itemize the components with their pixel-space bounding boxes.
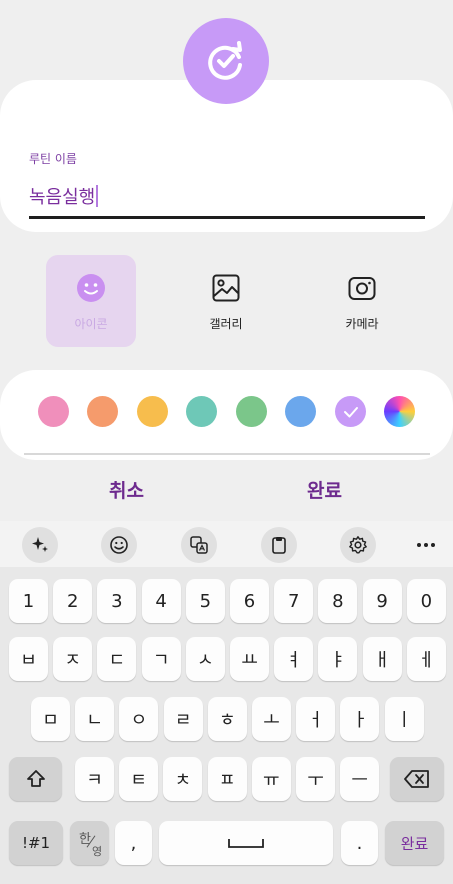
routine-icon[interactable] [183, 18, 269, 104]
key-number[interactable]: 7 [274, 579, 314, 623]
color-picker-card [0, 370, 453, 460]
key-letter[interactable]: ㅌ [119, 757, 159, 801]
key-letter[interactable]: ㅅ [185, 637, 225, 681]
key-letter[interactable]: ㄴ [75, 697, 115, 741]
camera-icon [347, 273, 377, 303]
keyboard-toolbar [0, 521, 453, 567]
key-letter[interactable]: ㅇ [119, 697, 159, 741]
key-letter[interactable]: ㅡ [340, 757, 380, 801]
symbols-key[interactable]: !#1 [9, 821, 63, 865]
routine-name-value: 녹음실행 [29, 187, 96, 208]
period-key[interactable]: . [341, 821, 378, 865]
key-number[interactable]: 0 [406, 579, 446, 623]
routine-name-label: 루틴 이름 [29, 152, 77, 166]
type-option-camera[interactable]: 카메라 [317, 255, 407, 347]
key-letter[interactable]: ㅏ [340, 697, 380, 741]
lang-label-en: 영 [92, 845, 103, 858]
key-letter[interactable]: ㅜ [296, 757, 335, 801]
key-letter[interactable]: ㅛ [230, 637, 269, 681]
key-number[interactable]: 1 [9, 579, 48, 623]
key-letter[interactable]: ㅓ [296, 697, 336, 741]
backspace-icon [404, 770, 429, 788]
backspace-key[interactable] [390, 757, 444, 801]
input-underline [29, 216, 425, 219]
clipboard-icon[interactable] [261, 527, 297, 563]
image-icon [211, 273, 241, 303]
key-number[interactable]: 3 [97, 579, 137, 623]
cancel-button[interactable]: 취소 [109, 476, 144, 503]
key-letter[interactable]: ㅑ [318, 637, 358, 681]
keyboard: 1 2 3 4 5 6 7 8 9 0 ㅂㅈㄷㄱㅅㅛㅕㅑㅐㅔㅁㄴㅇㄹㅎㅗㅓㅏㅣㅋㅌㅊㅍㅠㅜㅡ !#1 한… [0, 567, 453, 884]
key-number[interactable]: 6 [230, 579, 269, 623]
color-swatch-orange[interactable] [87, 396, 118, 427]
color-swatch-yellow[interactable] [137, 396, 168, 427]
sparkle-icon[interactable] [22, 527, 58, 563]
language-switch-key[interactable]: 한영 [70, 821, 109, 865]
routine-name-input[interactable]: 녹음실행 [29, 183, 99, 209]
emoji-icon[interactable] [101, 527, 137, 563]
smiley-icon [76, 273, 106, 303]
key-letter[interactable]: ㅕ [274, 637, 314, 681]
type-option-gallery[interactable]: 갤러리 [181, 255, 271, 347]
key-letter[interactable]: ㅣ [384, 697, 424, 741]
shift-icon [26, 770, 45, 787]
more-icon[interactable] [408, 527, 444, 563]
key-letter[interactable]: ㄱ [141, 637, 181, 681]
key-letter[interactable]: ㅁ [31, 697, 70, 741]
type-option-icon[interactable]: 아이콘 [46, 255, 136, 347]
key-number[interactable]: 4 [141, 579, 181, 623]
refresh-check-icon [208, 41, 242, 80]
key-letter[interactable]: ㅈ [53, 637, 93, 681]
key-letter[interactable]: ㅂ [9, 637, 48, 681]
check-icon [343, 406, 358, 417]
type-option-label: 아이콘 [74, 317, 108, 331]
key-letter[interactable]: ㅊ [163, 757, 203, 801]
color-swatch-blue[interactable] [285, 396, 316, 427]
color-swatch-teal[interactable] [186, 396, 217, 427]
key-letter[interactable]: ㅎ [207, 697, 247, 741]
key-number[interactable]: 2 [53, 579, 93, 623]
text-caret [96, 185, 99, 207]
color-swatch-green[interactable] [236, 396, 267, 427]
key-letter[interactable]: ㅗ [252, 697, 291, 741]
key-number[interactable]: 5 [185, 579, 225, 623]
key-number[interactable]: 8 [318, 579, 358, 623]
color-swatch-pink[interactable] [38, 396, 69, 427]
comma-key[interactable]: , [115, 821, 152, 865]
shift-key[interactable] [9, 757, 62, 801]
color-swatch-rainbow[interactable] [384, 396, 415, 427]
settings-icon[interactable] [340, 527, 376, 563]
type-option-label: 갤러리 [209, 317, 243, 331]
key-letter[interactable]: ㅔ [406, 637, 446, 681]
key-letter[interactable]: ㅠ [251, 757, 291, 801]
icon-type-selector: 아이콘 갤러리 카메라 [0, 255, 453, 347]
key-letter[interactable]: ㅋ [75, 757, 114, 801]
key-letter[interactable]: ㅐ [362, 637, 402, 681]
key-letter[interactable]: ㄹ [163, 697, 203, 741]
translate-icon[interactable] [181, 527, 217, 563]
space-icon [228, 839, 264, 848]
key-letter[interactable]: ㄷ [97, 637, 137, 681]
color-swatch-purple-selected[interactable] [335, 396, 366, 427]
divider [24, 453, 430, 455]
key-number[interactable]: 9 [362, 579, 402, 623]
done-button[interactable]: 완료 [307, 476, 342, 503]
type-option-label: 카메라 [345, 317, 379, 331]
done-key[interactable]: 완료 [385, 821, 444, 865]
key-letter[interactable]: ㅍ [207, 757, 247, 801]
space-key[interactable] [159, 821, 333, 865]
